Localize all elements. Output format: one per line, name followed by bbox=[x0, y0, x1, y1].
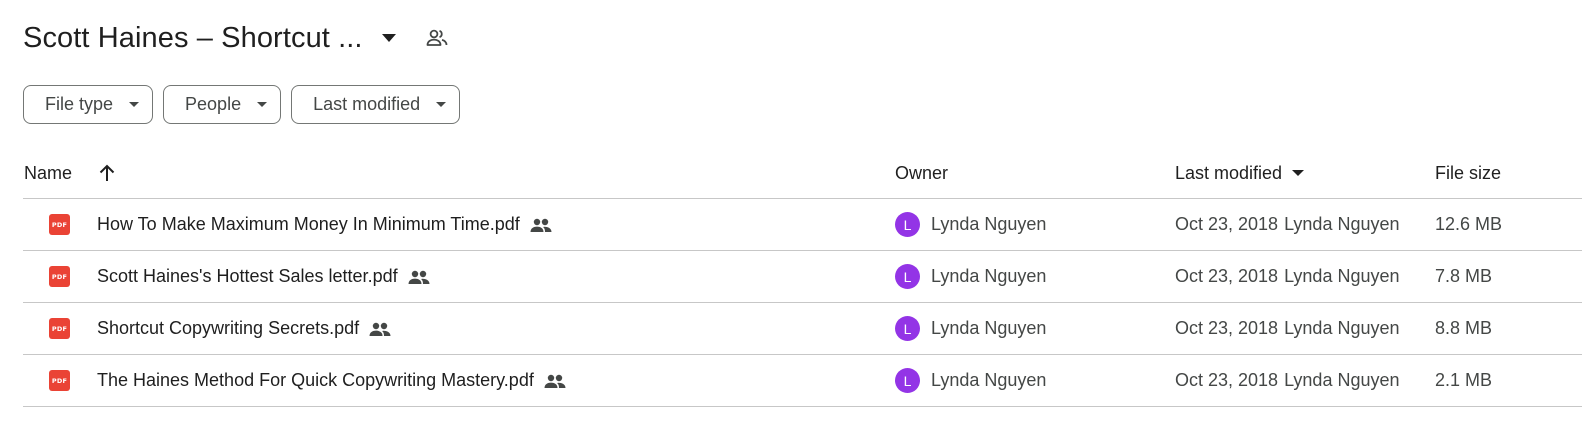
avatar: L bbox=[895, 316, 920, 341]
last-modified-filter-label: Last modified bbox=[313, 94, 421, 114]
file-list: PDF How To Make Maximum Money In Minimum… bbox=[23, 199, 1582, 407]
arrow-drop-down-icon bbox=[129, 102, 140, 107]
file-type-filter[interactable]: File type bbox=[23, 85, 154, 124]
column-header-name[interactable]: Name bbox=[24, 148, 115, 198]
column-header-last-modified-label: Last modified bbox=[1175, 162, 1283, 183]
shared-icon bbox=[544, 374, 566, 388]
folder-title-bar: Scott Haines – Shortcut ... bbox=[23, 14, 451, 62]
owner-name: Lynda Nguyen bbox=[931, 214, 1047, 234]
pdf-icon: PDF bbox=[49, 214, 70, 235]
people-icon[interactable] bbox=[423, 24, 451, 52]
modified-by: Lynda Nguyen bbox=[1284, 318, 1400, 338]
pdf-icon: PDF bbox=[49, 266, 70, 287]
arrow-drop-down-icon bbox=[436, 102, 447, 107]
column-header-owner: Owner bbox=[895, 148, 948, 198]
last-modified-cell: Oct 23, 2018 Lynda Nguyen bbox=[1175, 303, 1400, 354]
column-header-owner-label: Owner bbox=[895, 162, 949, 183]
column-header-file-size: File size bbox=[1435, 148, 1501, 198]
file-type-filter-label: File type bbox=[45, 94, 114, 114]
file-name-cell: PDF The Haines Method For Quick Copywrit… bbox=[49, 355, 566, 406]
people-filter-label: People bbox=[185, 94, 242, 114]
table-row[interactable]: PDF The Haines Method For Quick Copywrit… bbox=[23, 355, 1582, 407]
last-modified-cell: Oct 23, 2018 Lynda Nguyen bbox=[1175, 355, 1400, 406]
owner-cell: L Lynda Nguyen bbox=[895, 251, 1046, 302]
modified-date: Oct 23, 2018 bbox=[1175, 214, 1279, 234]
pdf-icon: PDF bbox=[49, 370, 70, 391]
last-modified-filter[interactable]: Last modified bbox=[291, 85, 461, 124]
arrow-upward-icon[interactable] bbox=[99, 164, 115, 182]
shared-icon bbox=[369, 322, 391, 336]
shared-icon bbox=[530, 218, 552, 232]
arrow-drop-down-icon[interactable] bbox=[1292, 170, 1305, 176]
modified-date: Oct 23, 2018 bbox=[1175, 318, 1279, 338]
file-size-cell: 7.8 MB bbox=[1435, 266, 1493, 286]
file-name[interactable]: Scott Haines's Hottest Sales letter.pdf bbox=[97, 266, 398, 287]
pdf-icon: PDF bbox=[49, 318, 70, 339]
file-name[interactable]: Shortcut Copywriting Secrets.pdf bbox=[97, 318, 359, 339]
table-row[interactable]: PDF How To Make Maximum Money In Minimum… bbox=[23, 199, 1582, 251]
file-name[interactable]: How To Make Maximum Money In Minimum Tim… bbox=[97, 214, 520, 235]
arrow-drop-down-icon bbox=[257, 102, 268, 107]
file-size-cell: 12.6 MB bbox=[1435, 214, 1503, 234]
modified-date: Oct 23, 2018 bbox=[1175, 370, 1279, 390]
avatar: L bbox=[895, 212, 920, 237]
file-name-cell: PDF Scott Haines's Hottest Sales letter.… bbox=[49, 251, 430, 302]
file-size-cell: 2.1 MB bbox=[1435, 370, 1493, 390]
shared-icon bbox=[408, 270, 430, 284]
owner-cell: L Lynda Nguyen bbox=[895, 355, 1046, 406]
last-modified-cell: Oct 23, 2018 Lynda Nguyen bbox=[1175, 199, 1400, 250]
owner-name: Lynda Nguyen bbox=[931, 266, 1047, 286]
modified-by: Lynda Nguyen bbox=[1284, 370, 1400, 390]
avatar: L bbox=[895, 368, 920, 393]
column-header-file-size-label: File size bbox=[1435, 162, 1502, 183]
modified-by: Lynda Nguyen bbox=[1284, 214, 1400, 234]
table-header: Name Owner Last modified File size bbox=[23, 148, 1582, 199]
modified-by: Lynda Nguyen bbox=[1284, 266, 1400, 286]
arrow-drop-down-icon[interactable] bbox=[377, 26, 401, 50]
owner-cell: L Lynda Nguyen bbox=[895, 199, 1046, 250]
modified-date: Oct 23, 2018 bbox=[1175, 266, 1279, 286]
file-name-cell: PDF How To Make Maximum Money In Minimum… bbox=[49, 199, 552, 250]
file-size-cell: 8.8 MB bbox=[1435, 318, 1493, 338]
table-row[interactable]: PDF Scott Haines's Hottest Sales letter.… bbox=[23, 251, 1582, 303]
owner-name: Lynda Nguyen bbox=[931, 370, 1047, 390]
column-header-last-modified[interactable]: Last modified bbox=[1175, 148, 1305, 198]
file-name[interactable]: The Haines Method For Quick Copywriting … bbox=[97, 370, 534, 391]
owner-name: Lynda Nguyen bbox=[931, 318, 1047, 338]
people-filter[interactable]: People bbox=[163, 85, 282, 124]
file-name-cell: PDF Shortcut Copywriting Secrets.pdf bbox=[49, 303, 391, 354]
avatar: L bbox=[895, 264, 920, 289]
column-header-name-label: Name bbox=[24, 162, 73, 183]
table-row[interactable]: PDF Shortcut Copywriting Secrets.pdf L L… bbox=[23, 303, 1582, 355]
last-modified-cell: Oct 23, 2018 Lynda Nguyen bbox=[1175, 251, 1400, 302]
filter-chips: File type People Last modified bbox=[23, 85, 470, 124]
owner-cell: L Lynda Nguyen bbox=[895, 303, 1046, 354]
folder-title[interactable]: Scott Haines – Shortcut ... bbox=[23, 22, 363, 55]
